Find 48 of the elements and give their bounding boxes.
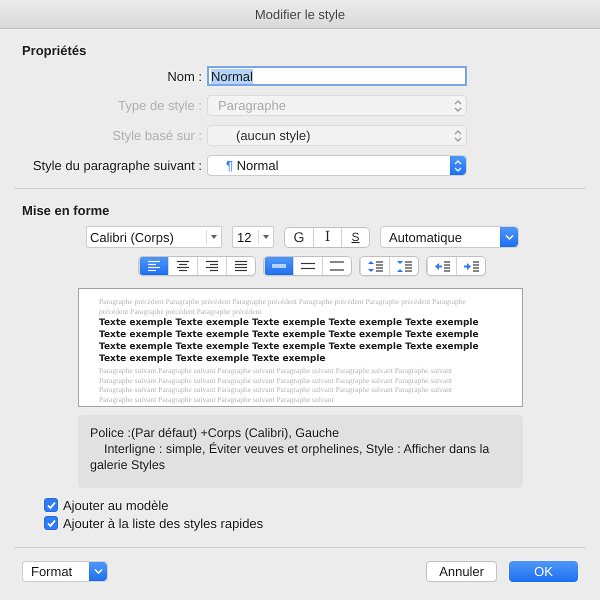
checkmark-icon — [46, 518, 56, 528]
dropdown-arrow-icon — [263, 235, 269, 239]
description-text: Police :(Par défaut) +Corps (Calibri), Gauche — [90, 425, 340, 441]
name-field[interactable]: Normal — [207, 66, 467, 86]
dropdown-arrow-icon — [211, 235, 217, 239]
increase-spacing-icon — [396, 260, 412, 272]
line-spacing-button[interactable] — [322, 257, 351, 275]
one-half-spacing-icon — [301, 260, 315, 272]
ok-button[interactable]: OK — [509, 561, 578, 582]
underline-button[interactable]: S — [341, 228, 369, 246]
popup-menu[interactable]: ¶ Normal — [207, 155, 467, 176]
decrease-spacing-icon — [368, 260, 382, 272]
up-down-chevron-icon — [454, 160, 462, 172]
align-center-icon — [177, 260, 189, 272]
field-label: Style du paragraphe suivant : — [32, 158, 202, 173]
color-popup[interactable]: Automatique — [380, 226, 519, 248]
decrease-indent-icon — [434, 260, 450, 272]
indent-button[interactable] — [456, 257, 485, 275]
line-spacing-button[interactable] — [264, 257, 293, 275]
section-heading: Mise en forme — [22, 203, 110, 218]
window-title: Modifier le style — [254, 6, 346, 22]
field-label: Style basé sur : — [111, 128, 202, 143]
align-justify-icon — [235, 260, 247, 272]
increase-indent-icon — [463, 260, 479, 272]
cancel-button[interactable]: Annuler — [426, 561, 497, 582]
font-combo-box[interactable]: Calibri (Corps) — [86, 226, 222, 248]
align-right-icon — [206, 260, 218, 272]
up-down-chevron-icon — [454, 130, 462, 142]
checkmark-icon — [46, 500, 56, 510]
section-heading: Propriétés — [22, 43, 88, 58]
checkbox-label: Ajouter au modèle — [63, 498, 169, 512]
alignment-button[interactable] — [139, 257, 168, 275]
chevron-down-icon — [94, 568, 102, 575]
double-spacing-icon — [330, 260, 344, 272]
alignment-button[interactable] — [226, 257, 255, 275]
sample-text: Texte exemple Texte exemple Texte exemple Texte exemple Texte exemple Texte exemple Texte exemple Texte exemple Texte exemple Texte exemple Texte exemple Texte exemple Texte exemple Texte exemple Texte exemple Texte exemple Texte exemple Texte exemple — [99, 317, 480, 365]
chevron-down-icon — [504, 234, 514, 240]
field-label: Type de style : — [117, 98, 202, 113]
up-down-chevron-icon — [454, 100, 462, 112]
description-text: Interligne : simple, Éviter veuves et orphelines, Style : Afficher dans la galerie Styles — [90, 441, 490, 473]
field-label: Nom : — [166, 68, 202, 84]
align-left-icon — [148, 260, 160, 272]
checkbox-label: Ajouter à la liste des styles rapides — [63, 516, 264, 530]
format-menu-button[interactable]: Format — [22, 561, 108, 582]
paragraph-spacing-button[interactable] — [389, 257, 418, 275]
checkbox[interactable] — [44, 516, 58, 530]
size-combo-box[interactable]: 12 — [232, 226, 274, 248]
checkbox[interactable] — [44, 498, 58, 512]
